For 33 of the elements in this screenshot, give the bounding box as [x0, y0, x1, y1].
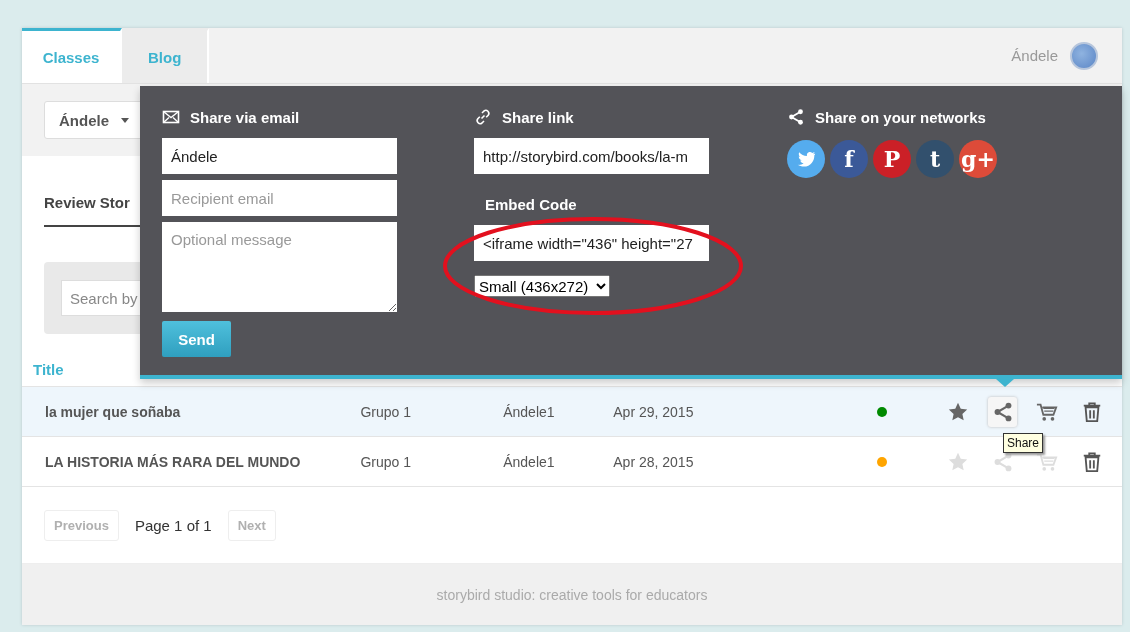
table-cell-text: Grupo 1 — [360, 453, 412, 470]
size-dropdown[interactable]: Small (436x272) — [474, 275, 610, 297]
avatar[interactable] — [1070, 41, 1098, 70]
caret-icon — [121, 117, 129, 123]
envelope-icon — [162, 108, 180, 126]
story-title: LA HISTORIA MÁS RARA DEL MUNDO — [44, 453, 302, 470]
embed-code-label: Embed Code — [485, 196, 578, 213]
table-cell-text: Apr 29, 2015 — [613, 403, 695, 420]
user-name: Ándele — [1011, 47, 1058, 64]
page-indicator: Page 1 of 1 — [134, 516, 212, 534]
section-title: Share via email — [190, 108, 300, 126]
tooltip: Share — [1003, 433, 1044, 453]
share-network-button[interactable]: t — [916, 140, 954, 178]
message-field[interactable]: Optional message — [162, 222, 397, 312]
share-network-button[interactable]: f — [830, 140, 868, 178]
table-cell-text: Grupo 1 — [360, 403, 412, 420]
recipient-email-field[interactable]: Recipient email — [162, 180, 397, 216]
name-field[interactable]: Ándele — [162, 138, 397, 174]
link-icon — [474, 108, 492, 126]
table-cell-text: Ándele1 — [503, 453, 556, 470]
link-field[interactable]: http://storybird.com/books/la-m — [474, 138, 709, 174]
share-network-button[interactable]: g+ — [959, 140, 997, 178]
footer-text: storybird studio: creative tools for educators — [436, 586, 708, 603]
story-title: la mujer que soñaba — [44, 403, 182, 420]
table-row[interactable]: la mujer que soñaba Grupo 1 Ándele1 Apr 29, 2015 — [22, 387, 1122, 437]
share-network-button[interactable] — [787, 140, 825, 178]
table-cell-text: Apr 28, 2015 — [613, 453, 695, 470]
table-cell-text: Ándele1 — [503, 403, 556, 420]
section-title: Share link — [502, 108, 574, 126]
section-title: Share on your networks — [815, 108, 986, 126]
share-network-button[interactable]: P — [873, 140, 911, 178]
share-icon — [787, 108, 805, 126]
embed-code-field[interactable]: <iframe width="436" height="27 — [474, 225, 709, 261]
